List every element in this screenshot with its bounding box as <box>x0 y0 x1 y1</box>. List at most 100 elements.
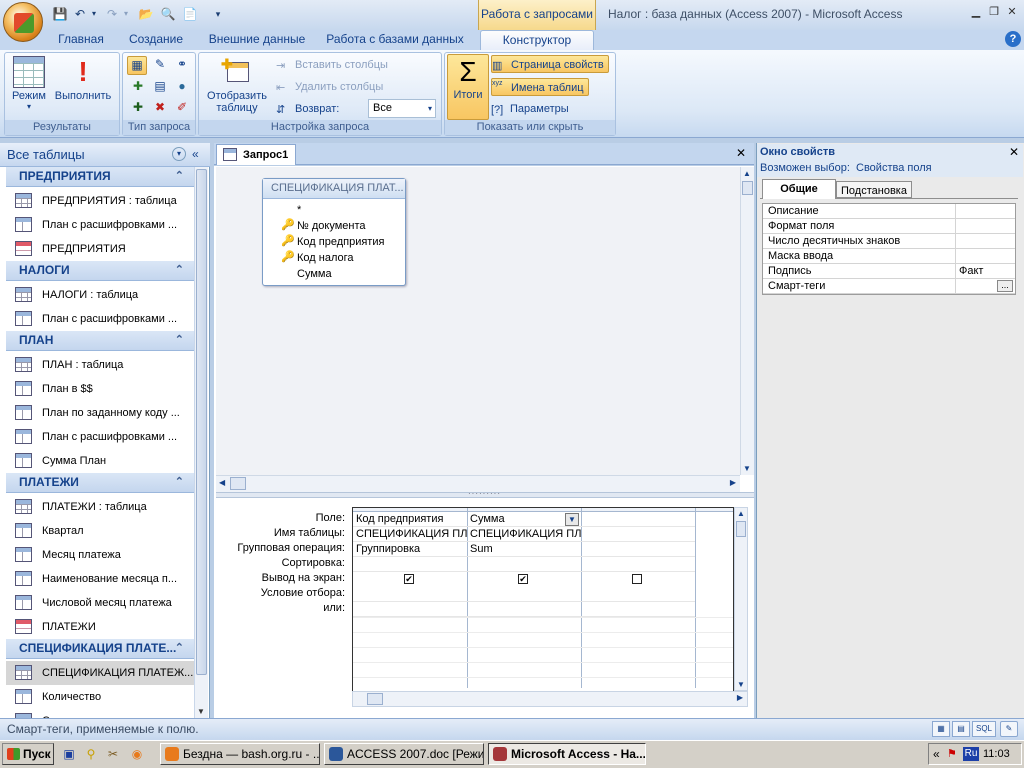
nav-pane-header[interactable]: Все таблицы ▾ « <box>0 143 210 167</box>
grid-hscroll-thumb[interactable] <box>367 693 383 705</box>
grid-cell-empty[interactable] <box>467 557 581 572</box>
nav-scroll-down-icon[interactable]: ▼ <box>197 707 205 716</box>
nav-item[interactable]: ПЛАН : таблица <box>6 353 194 377</box>
collapse-group-icon[interactable]: ⌃ <box>175 261 184 280</box>
grid-cell-empty[interactable] <box>353 557 467 572</box>
grid-cell-empty[interactable] <box>581 557 695 572</box>
nav-item[interactable]: План по заданному коду ... <box>6 401 194 425</box>
quicklaunch-firefox-icon[interactable]: ◉ <box>128 745 146 763</box>
grid-cell-table[interactable]: СПЕЦИФИКАЦИЯ ПЛА <box>353 527 467 542</box>
grid-hscroll[interactable]: ▶ <box>352 691 748 707</box>
tab-home[interactable]: Главная <box>52 30 110 50</box>
nav-item[interactable]: План с расшифровками ... <box>6 213 194 237</box>
return-select[interactable]: Все ▾ <box>368 99 436 118</box>
table-names-button[interactable]: xyz Имена таблиц <box>491 78 589 96</box>
view-button[interactable]: Режим ▾ <box>8 56 50 111</box>
property-row[interactable]: Число десятичных знаков <box>763 234 1015 249</box>
field-sum[interactable]: Сумма <box>297 266 332 282</box>
tab-database-tools[interactable]: Работа с базами данных <box>322 30 468 50</box>
grid-vscroll[interactable]: ▲ ▼ <box>734 507 748 691</box>
nav-collapse-icon[interactable]: « <box>192 143 199 166</box>
nav-item[interactable]: План с расшифровками ... <box>6 307 194 331</box>
nav-item[interactable]: ПЛАТЕЖИ <box>6 615 194 639</box>
document-tab-query1[interactable]: Запрос1 <box>216 144 296 165</box>
grid-cell-group[interactable]: Группировка <box>353 542 467 557</box>
nav-item[interactable]: ПРЕДПРИЯТИЯ <box>6 237 194 261</box>
pass-through-query-icon[interactable]: ● <box>173 79 191 97</box>
grid-cell-empty[interactable] <box>467 602 581 617</box>
design-view-button[interactable]: ✎ <box>1000 721 1018 737</box>
taskbar-task[interactable]: Microsoft Access - На... <box>488 743 646 765</box>
nav-item[interactable]: НАЛОГИ : таблица <box>6 283 194 307</box>
tab-external-data[interactable]: Внешние данные <box>202 30 312 50</box>
nav-item[interactable]: Месяц платежа <box>6 543 194 567</box>
scroll-right-icon[interactable]: ▶ <box>730 478 736 487</box>
grid-cell-empty[interactable] <box>581 587 695 602</box>
field-all[interactable]: * <box>297 202 301 218</box>
restore-icon[interactable]: ❐ <box>986 4 1002 20</box>
quicklaunch-desktop-icon[interactable]: ▣ <box>60 745 78 763</box>
minimize-icon[interactable]: ▁ <box>968 4 984 20</box>
grid-cell-field[interactable]: Код предприятия <box>353 512 467 527</box>
language-indicator[interactable]: Ru <box>963 747 979 761</box>
nav-item[interactable]: СПЕЦИФИКАЦИЯ ПЛАТЕЖ... <box>6 661 194 685</box>
nav-item[interactable]: План в $$ <box>6 377 194 401</box>
select-query-icon[interactable]: ▦ <box>127 56 147 75</box>
nav-group-header[interactable]: СПЕЦИФИКАЦИЯ ПЛАТЕ... ⌃ <box>6 639 194 659</box>
open-folder-icon[interactable]: 📂 <box>138 6 154 22</box>
grid-cell-field[interactable]: Сумма <box>467 512 581 527</box>
show-checkbox[interactable] <box>632 574 642 584</box>
tray-antivirus-icon[interactable]: ⚑ <box>947 747 959 761</box>
nav-item[interactable]: ПРЕДПРИЯТИЯ : таблица <box>6 189 194 213</box>
print-preview-icon[interactable]: 🔍 <box>160 6 176 22</box>
nav-item[interactable]: Числовой месяц платежа <box>6 591 194 615</box>
property-value[interactable]: Факт <box>955 264 1015 278</box>
nav-group-header[interactable]: ПРЕДПРИЯТИЯ ⌃ <box>6 167 194 187</box>
property-row[interactable]: Подпись Факт <box>763 264 1015 279</box>
property-row[interactable]: Описание <box>763 204 1015 219</box>
append-query-icon[interactable]: ✚ <box>129 79 147 97</box>
quicklaunch-search-icon[interactable]: ⚲ <box>82 745 100 763</box>
tab-general[interactable]: Общие <box>762 179 836 199</box>
nav-group-header[interactable]: НАЛОГИ ⌃ <box>6 261 194 281</box>
scroll-right-icon[interactable]: ▶ <box>737 693 743 702</box>
grid-cell-empty[interactable] <box>467 587 581 602</box>
nav-item[interactable]: План с расшифровками ... <box>6 425 194 449</box>
office-button[interactable] <box>3 2 43 42</box>
scroll-down-icon[interactable]: ▼ <box>737 680 745 689</box>
start-button[interactable]: Пуск <box>2 743 54 765</box>
grid-cell-empty[interactable] <box>581 602 695 617</box>
tab-design[interactable]: Конструктор <box>480 30 594 50</box>
grid-cell-empty[interactable] <box>353 602 467 617</box>
property-value[interactable] <box>955 249 1015 263</box>
property-value[interactable] <box>955 219 1015 233</box>
grid-cell-table[interactable]: СПЕЦИФИКАЦИЯ ПЛА <box>467 527 581 542</box>
property-row[interactable]: Маска ввода <box>763 249 1015 264</box>
grid-vscroll-thumb[interactable] <box>736 521 746 537</box>
update-query-icon[interactable]: ✚ <box>129 100 147 118</box>
insert-columns-button[interactable]: ⇥ Вставить столбцы <box>276 56 388 74</box>
nav-item[interactable]: Сумма План <box>6 449 194 473</box>
collapse-group-icon[interactable]: ⌃ <box>175 473 184 492</box>
table-pane-vscroll[interactable]: ▲ ▼ <box>740 167 754 475</box>
datasheet-view-button[interactable]: ▦ <box>932 721 950 737</box>
tab-create[interactable]: Создание <box>120 30 192 50</box>
field-tax-code[interactable]: Код налога <box>297 250 354 266</box>
builder-button[interactable]: ... <box>997 280 1013 292</box>
delete-query-icon[interactable]: ✖ <box>151 100 169 118</box>
run-button[interactable]: ! Выполнить <box>50 56 116 102</box>
delete-columns-button[interactable]: ⇤ Удалить столбцы <box>276 78 383 96</box>
design-grid[interactable]: Код предприятия СПЕЦИФИКАЦИЯ ПЛА Группиров… <box>352 507 734 707</box>
grid-cell-group[interactable]: Sum <box>467 542 581 557</box>
scroll-left-icon[interactable]: ◀ <box>219 478 225 487</box>
grid-cell-field[interactable] <box>581 512 695 527</box>
collapse-group-icon[interactable]: ⌃ <box>175 639 184 658</box>
taskbar-task[interactable]: Бездна — bash.org.ru - ... <box>160 743 320 765</box>
help-icon[interactable]: ? <box>1005 31 1021 47</box>
close-document-icon[interactable]: ✕ <box>736 146 746 160</box>
nav-item[interactable]: Квартал <box>6 519 194 543</box>
show-checkbox[interactable]: ✔ <box>404 574 414 584</box>
field-enterprise-code[interactable]: Код предприятия <box>297 234 384 250</box>
new-document-icon[interactable]: 📄 <box>182 6 198 22</box>
show-checkbox[interactable]: ✔ <box>518 574 528 584</box>
